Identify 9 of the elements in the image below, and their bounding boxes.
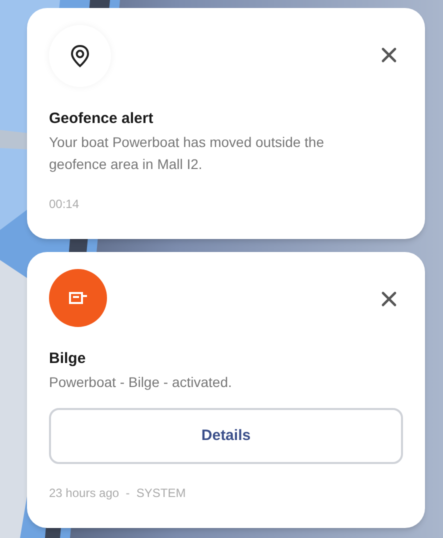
close-button[interactable]	[379, 289, 399, 309]
details-button[interactable]: Details	[49, 408, 403, 464]
notification-meta: 23 hours ago - SYSTEM	[49, 485, 187, 502]
notification-message: Powerboat - Bilge - activated.	[49, 373, 233, 392]
notification-message: Your boat Powerboat has moved outside the geofence area in Mall I2.	[49, 133, 326, 174]
close-button[interactable]	[379, 45, 399, 65]
notification-title: Geofence alert	[49, 109, 154, 129]
notification-meta: 00:14	[49, 196, 80, 213]
notification-title: Bilge	[49, 349, 87, 369]
